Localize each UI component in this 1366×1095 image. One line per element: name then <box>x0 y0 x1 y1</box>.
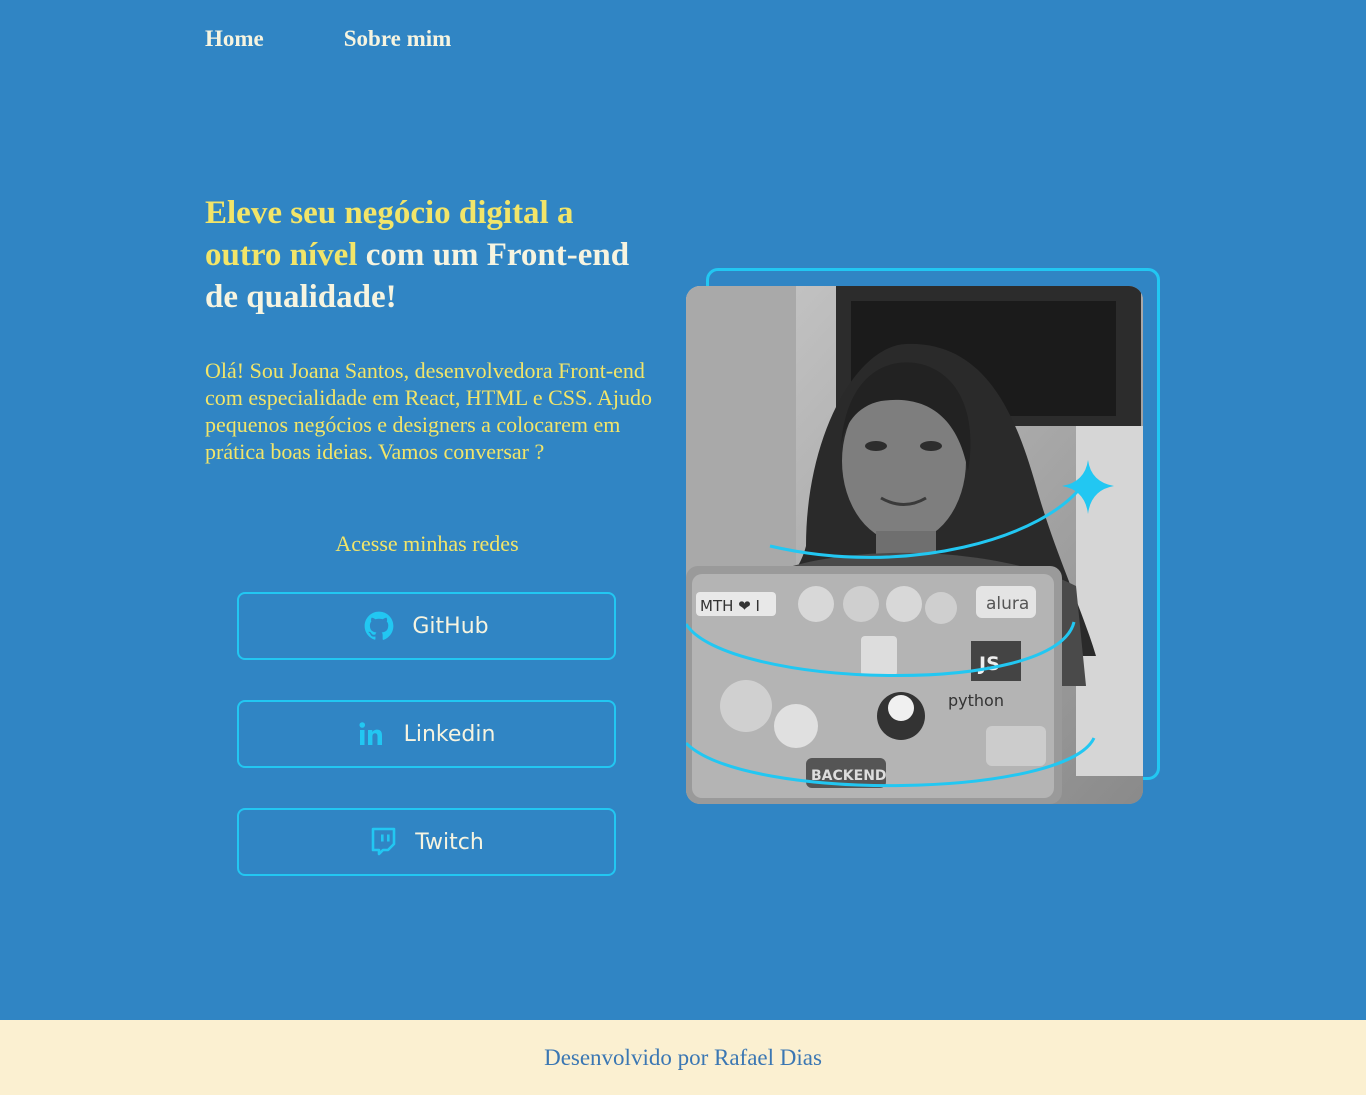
linkedin-label: Linkedin <box>403 721 496 747</box>
top-nav: Home Sobre mim <box>205 26 451 52</box>
github-button[interactable]: GitHub <box>237 592 616 660</box>
footer-credit: Desenvolvido por Rafael Dias <box>544 1044 822 1070</box>
sticker-js: JS <box>977 653 1000 675</box>
twitch-button[interactable]: Twitch <box>237 808 616 876</box>
social-title: Acesse minhas redes <box>335 531 519 556</box>
linkedin-icon <box>358 721 386 747</box>
nav-home-link[interactable]: Home <box>205 26 264 52</box>
intro-text: Olá! Sou Joana Santos, desenvolvedora Fr… <box>205 358 653 464</box>
github-icon <box>364 611 394 641</box>
profile-photo-area: MTH ❤ I alura JS python BACKEND <box>686 268 1166 808</box>
profile-photo: MTH ❤ I alura JS python BACKEND <box>686 286 1143 804</box>
sticker-backend: BACKEND <box>811 768 887 784</box>
twitch-icon <box>369 827 397 857</box>
github-label: GitHub <box>412 613 489 639</box>
sticker-python: python <box>948 691 1004 710</box>
page-footer: Desenvolvido por Rafael Dias <box>0 1020 1366 1095</box>
nav-about-link[interactable]: Sobre mim <box>344 26 452 52</box>
sticker-alura: alura <box>986 594 1029 614</box>
linkedin-button[interactable]: Linkedin <box>237 700 616 768</box>
sticker-mth: MTH ❤ I <box>700 597 760 615</box>
twitch-label: Twitch <box>415 829 484 855</box>
hero-headline: Eleve seu negócio digital a outro nível … <box>205 192 635 318</box>
